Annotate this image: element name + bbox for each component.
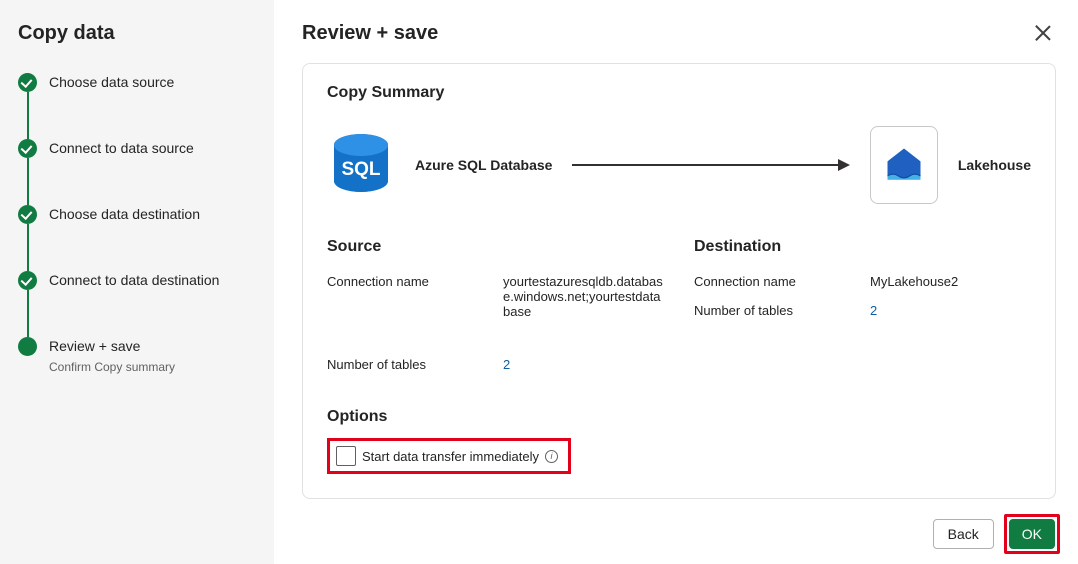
start-transfer-checkbox[interactable] [336,446,356,466]
kv-val[interactable]: 2 [870,303,1031,318]
destination-header: Destination [694,238,1031,256]
azure-sql-database-icon: SQL [327,131,395,199]
page-title: Review + save [302,22,1056,45]
step-label: Choose data source [49,73,174,92]
start-transfer-label: Start data transfer immediately [362,449,539,464]
step-label: Review + save [49,337,175,356]
kv-val: MyLakehouse2 [870,274,1031,289]
main-content: Review + save Copy Summary SQL Azure SQL… [274,0,1078,564]
kv-val: yourtestazuresqldb.database.windows.net;… [503,274,664,319]
svg-text:SQL: SQL [341,159,380,180]
destination-tablecount-row: Number of tables 2 [694,303,1031,318]
step-connect-to-data-source[interactable]: Connect to data source [18,139,256,173]
copy-summary-card: Copy Summary SQL Azure SQL Database [302,63,1056,499]
kv-val[interactable]: 2 [503,357,664,372]
summary-flow-row: SQL Azure SQL Database Lakehouse [327,126,1031,204]
wizard-sidebar: Copy data Choose data source Connect to … [0,0,274,564]
step-label: Connect to data destination [49,271,219,290]
close-button[interactable] [1032,22,1054,44]
options-header: Options [327,408,1031,426]
footer-actions: Back OK [933,514,1060,554]
source-column: Source Connection name yourtestazuresqld… [327,238,664,386]
kv-key: Connection name [327,274,503,289]
step-review-save[interactable]: Review + save Confirm Copy summary [18,337,256,374]
card-title: Copy Summary [327,84,1031,102]
step-sublabel: Confirm Copy summary [49,360,175,374]
start-transfer-option-highlight: Start data transfer immediately i [327,438,571,474]
check-icon [18,205,37,224]
check-icon [18,73,37,92]
arrow-icon [572,159,849,171]
ok-button-highlight: OK [1004,514,1060,554]
source-service-label: Azure SQL Database [415,157,552,173]
step-connect-to-data-destination[interactable]: Connect to data destination [18,271,256,305]
step-choose-data-source[interactable]: Choose data source [18,73,256,107]
step-label: Choose data destination [49,205,200,224]
summary-details: Source Connection name yourtestazuresqld… [327,238,1031,386]
destination-service-label: Lakehouse [958,157,1031,173]
check-icon [18,139,37,158]
source-connection-row: Connection name yourtestazuresqldb.datab… [327,274,664,319]
sidebar-title: Copy data [18,22,256,45]
kv-key: Number of tables [327,357,503,372]
kv-key: Connection name [694,274,870,289]
source-header: Source [327,238,664,256]
kv-key: Number of tables [694,303,870,318]
wizard-steps: Choose data source Connect to data sourc… [18,73,256,374]
info-icon[interactable]: i [545,450,558,463]
step-label: Connect to data source [49,139,194,158]
destination-column: Destination Connection name MyLakehouse2… [694,238,1031,386]
ok-button[interactable]: OK [1009,519,1055,549]
source-tablecount-row: Number of tables 2 [327,357,664,372]
lakehouse-icon [870,126,938,204]
current-step-icon [18,337,37,356]
check-icon [18,271,37,290]
destination-connection-row: Connection name MyLakehouse2 [694,274,1031,289]
step-choose-data-destination[interactable]: Choose data destination [18,205,256,239]
back-button[interactable]: Back [933,519,994,549]
